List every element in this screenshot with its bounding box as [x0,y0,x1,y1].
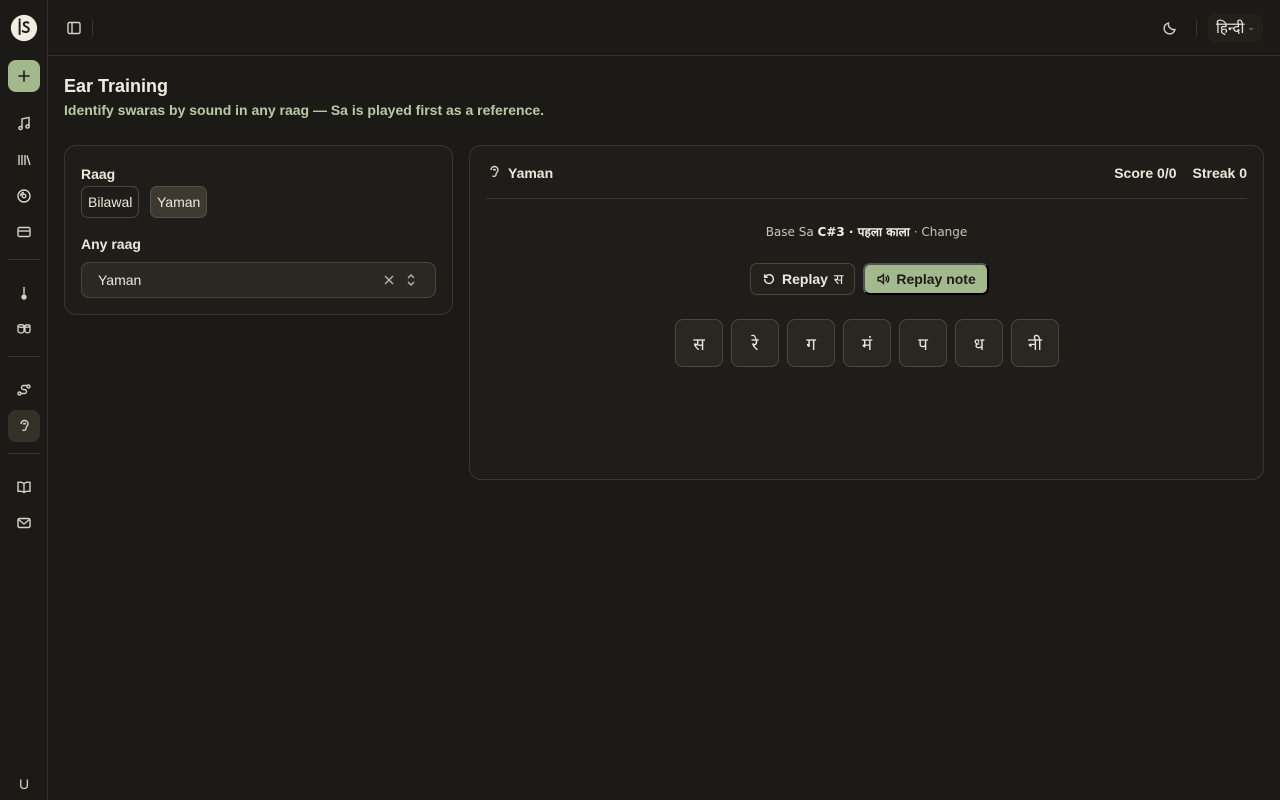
swara-button-ni[interactable]: नी [1011,319,1059,367]
trainer-raag-name: Yaman [508,165,554,181]
sidebar-divider [8,259,40,260]
trainer-stats: Score 0/0 Streak 0 [1114,165,1247,181]
logo-icon[interactable] [8,12,40,44]
streak: Streak 0 [1193,165,1248,181]
replay-note-label: Replay note [896,271,976,287]
streak-value: 0 [1239,165,1247,181]
replay-actions: Replay स Replay note [750,263,989,295]
score: Score 0/0 [1114,165,1176,181]
raag-chip-bilawal[interactable]: Bilawal [81,186,140,218]
replay-note-button[interactable]: Replay note [863,263,989,295]
trainer-card: Yaman Score 0/0 Streak 0 Base Sa C#3 · प… [469,145,1264,480]
swara-button-ga[interactable]: ग [787,319,835,367]
moon-icon[interactable] [1158,16,1182,40]
base-sa-prefix: Base Sa [765,225,814,239]
page-subtitle: Identify swaras by sound in any raag — S… [64,102,545,118]
sidebar-toggle-icon[interactable] [62,16,86,40]
sidebar-divider [8,356,40,357]
music-note-icon[interactable] [8,108,40,140]
disc-icon[interactable] [8,180,40,212]
book-icon[interactable] [8,471,40,503]
language-select[interactable]: हिन्दी ⌄ [1208,14,1263,42]
raag-label: Raag [81,166,116,182]
replay-sa-button[interactable]: Replay स [750,263,856,295]
chevron-down-icon: ⌄ [1247,23,1255,33]
card-icon[interactable] [8,216,40,248]
any-raag-label: Any raag [81,236,141,252]
swara-button-re[interactable]: रे [731,319,779,367]
score-value: 0/0 [1157,165,1177,181]
score-label: Score [1114,165,1154,181]
plus-icon[interactable] [8,60,40,92]
swara-button-sa[interactable]: स [675,319,723,367]
topbar: हिन्दी ⌄ [48,0,1280,56]
base-sa-line: Base Sa C#3 · पहला काला · Change [470,223,1263,240]
change-link[interactable]: Change [921,225,967,239]
swara-button-pa[interactable]: प [899,319,947,367]
any-raag-select[interactable]: Yaman [81,262,436,298]
replay-sa-glyph: स [833,271,844,288]
rotate-ccw-icon [763,273,775,285]
clear-icon[interactable] [381,272,397,288]
page-title: Ear Training [64,76,169,96]
ear-icon[interactable] [8,410,40,442]
volume-icon [877,273,890,285]
raag-chip-yaman[interactable]: Yaman [150,186,208,218]
library-icon[interactable] [8,144,40,176]
topbar-separator [1196,19,1197,37]
swara-button-ma-tivra[interactable]: मं [843,319,891,367]
base-sa-note: C#3 · पहला काला [817,225,910,239]
mail-icon[interactable] [8,507,40,539]
card-divider [486,198,1247,199]
any-raag-value: Yaman [98,272,142,288]
ear-icon [486,164,502,180]
topbar-separator [92,19,93,37]
chevron-updown-icon[interactable] [403,272,419,288]
language-label: हिन्दी [1216,19,1245,37]
base-sa-separator: · [913,225,918,239]
streak-label: Streak [1192,165,1236,181]
sidebar: U [0,0,48,800]
swara-button-dha[interactable]: ध [955,319,1003,367]
route-icon[interactable] [8,374,40,406]
settings-card: Raag Bilawal Yaman Any raag Yaman [64,145,453,315]
replay-sa-label: Replay [782,271,828,287]
swara-buttons: स रे ग मं प ध नी [675,319,1059,367]
sidebar-divider [8,453,40,454]
thermometer-icon[interactable] [8,277,40,309]
drums-icon[interactable] [8,313,40,345]
avatar[interactable]: U [8,768,40,800]
